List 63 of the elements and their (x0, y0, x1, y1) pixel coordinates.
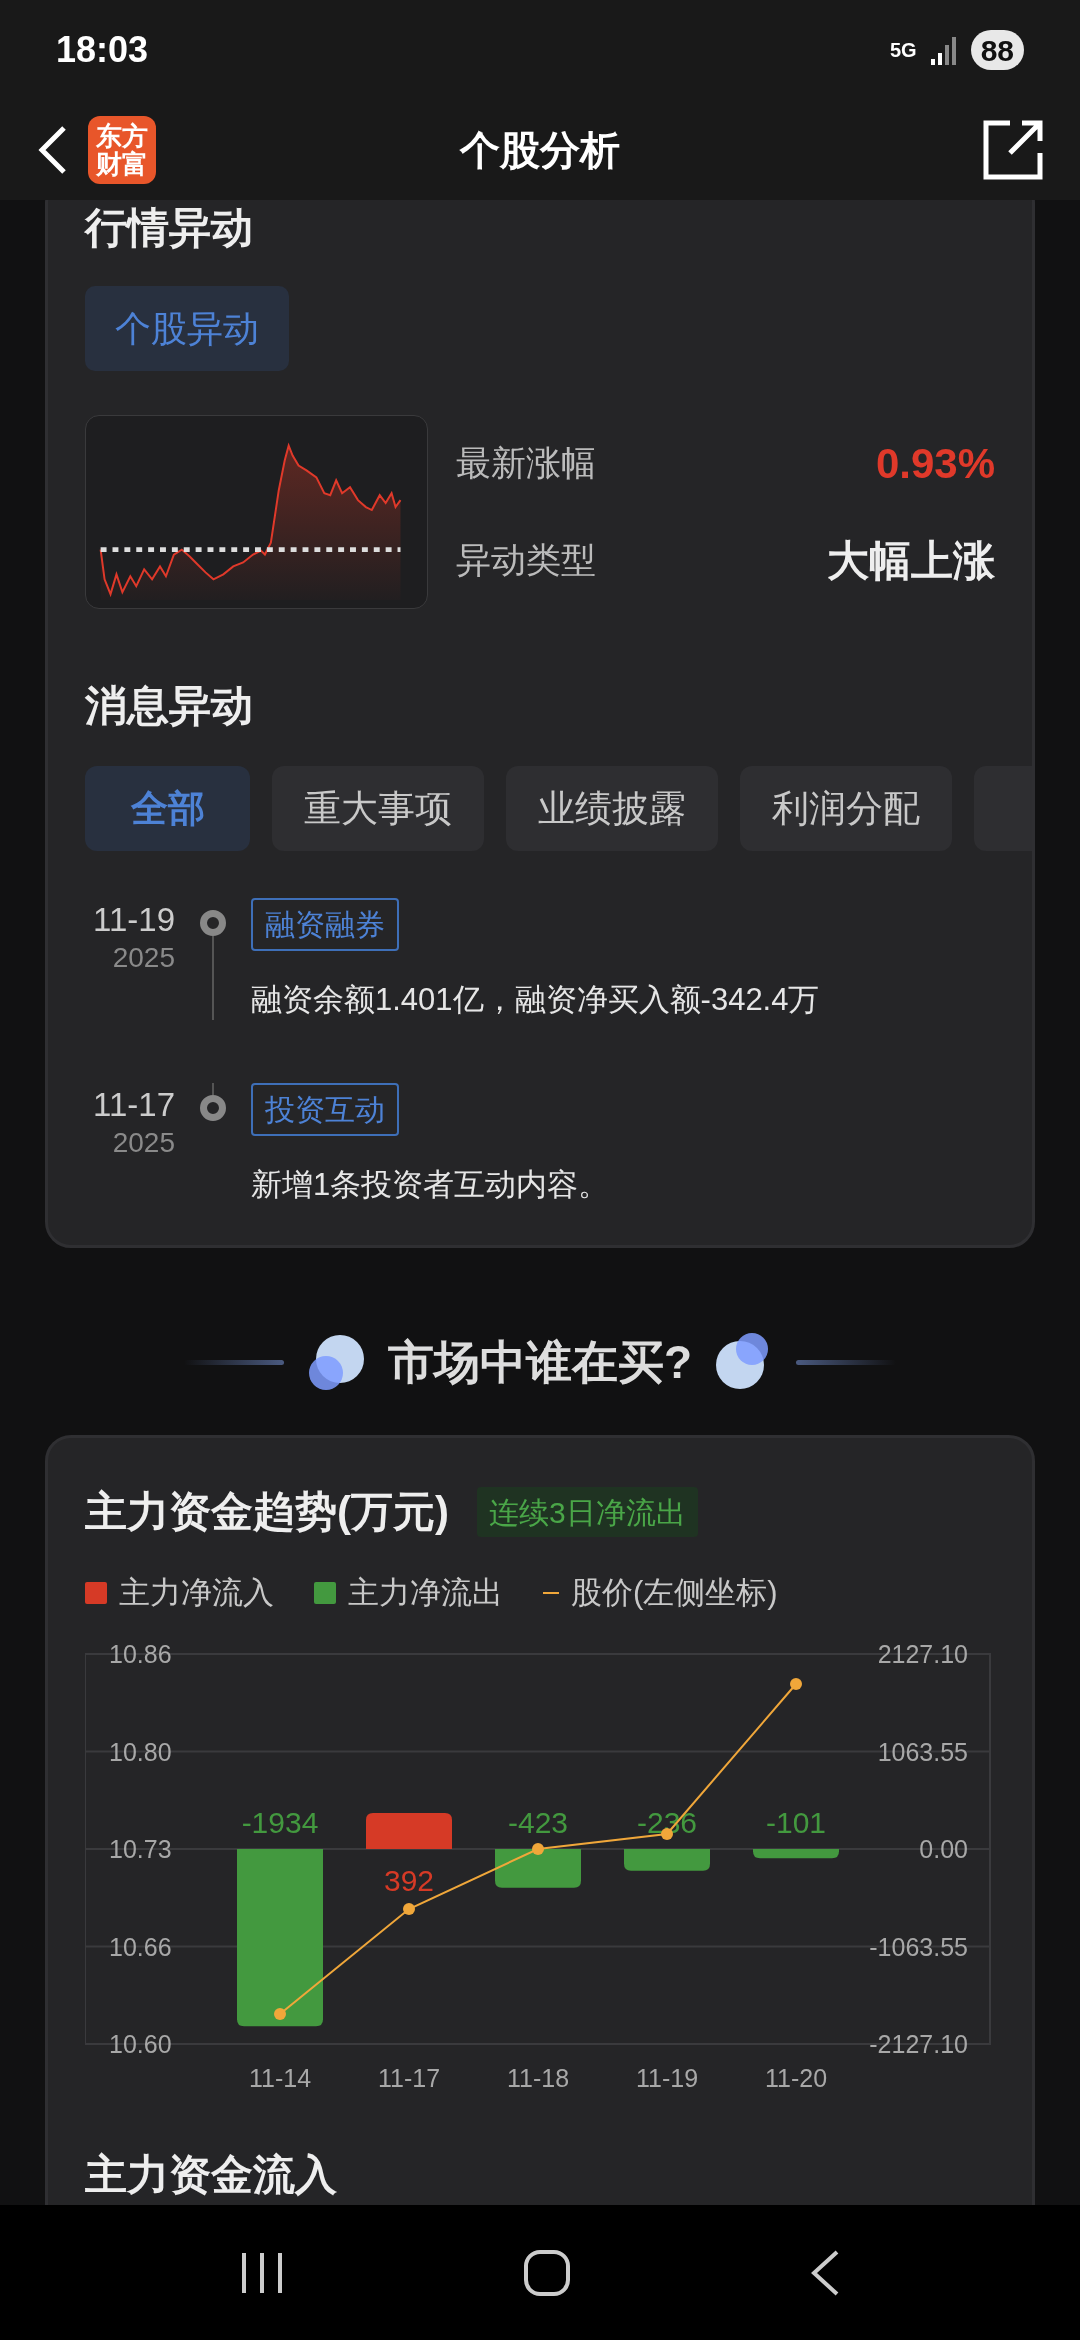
section-title: 消息异动 (85, 681, 254, 731)
axis-label: 11-20 (764, 2063, 828, 2092)
page-title: 个股分析 (460, 127, 620, 174)
legend-marker (314, 1582, 336, 1605)
legend-label: 主力净流入 (119, 1574, 274, 1612)
legend-label: 主力净流出 (348, 1574, 503, 1612)
event-year: 2025 (112, 1126, 175, 1160)
axis-label: 10.73 (109, 1834, 172, 1863)
point (274, 2007, 286, 2020)
legend-line-marker (543, 1592, 559, 1595)
filter-tab[interactable]: 业绩披露 (506, 766, 718, 851)
metric-label: 异动类型 (456, 539, 596, 582)
event-tag: 投资互动 (251, 1083, 399, 1136)
metric-value: 大幅上涨 (827, 536, 995, 586)
axis-label: 10.60 (109, 2029, 172, 2058)
axis-label: 10.86 (109, 1639, 172, 1668)
data-label: -1934 (241, 1805, 319, 1839)
axis-label: -1063.55 (869, 1932, 968, 1960)
event-text: 新增1条投资者互动内容。 (251, 1166, 610, 1204)
event-text: 融资余额1.401亿，融资净买入额-342.4万 (251, 981, 820, 1019)
share-icon[interactable] (982, 119, 1044, 181)
data-label: 392 (383, 1863, 435, 1897)
category-chip: 个股异动 (85, 286, 289, 371)
axis-label: 10.66 (109, 1932, 172, 1960)
event-date: 11-19 (93, 900, 175, 940)
metric-label: 最新涨幅 (456, 442, 596, 485)
axis-label: 0.00 (919, 1834, 968, 1863)
data-label: -423 (508, 1805, 568, 1839)
filter-tab[interactable]: 利润分配 (740, 766, 952, 851)
section-title: 主力资金趋势(万元) (85, 1487, 449, 1537)
battery-indicator: 88 (970, 30, 1024, 70)
event-tag: 融资融券 (251, 898, 399, 951)
recent-apps-icon[interactable] (239, 2250, 284, 2295)
status-time: 18:03 (56, 28, 149, 72)
event-date: 11-17 (93, 1085, 175, 1125)
axis-label: -2127.10 (869, 2029, 968, 2058)
axis-label: 2127.10 (877, 1639, 968, 1668)
event-year: 2025 (112, 941, 175, 975)
signal-icon (930, 35, 959, 65)
axis-label: 11-17 (377, 2063, 441, 2092)
data-label: -101 (766, 1805, 826, 1839)
axis-label: 11-19 (635, 2063, 699, 2092)
home-icon[interactable] (523, 2248, 571, 2297)
axis-label: 1063.55 (877, 1737, 968, 1765)
point (790, 1677, 802, 1690)
app-logo: 东方 财富 (88, 116, 156, 184)
axis-label: 11-18 (506, 2063, 570, 2092)
trend-badge: 连续3日净流出 (477, 1487, 698, 1537)
point (532, 1842, 544, 1855)
section-heading: 市场中谁在买? (387, 1335, 693, 1390)
filter-tab[interactable]: 重大事项 (272, 766, 484, 851)
legend-label: 股价(左侧坐标) (571, 1574, 778, 1612)
network-indicator: 5G (889, 40, 917, 60)
point (403, 1902, 415, 1915)
back-icon[interactable] (810, 2248, 841, 2297)
metric-value: 0.93% (875, 439, 995, 489)
axis-label: 10.80 (109, 1737, 172, 1765)
bubble-icon (307, 1333, 364, 1391)
axis-label: 11-14 (248, 2063, 312, 2092)
back-icon[interactable] (36, 124, 68, 176)
section-title: 行情异动 (85, 203, 254, 253)
legend-marker (85, 1582, 107, 1605)
section-title: 主力资金流入 (85, 2149, 338, 2200)
